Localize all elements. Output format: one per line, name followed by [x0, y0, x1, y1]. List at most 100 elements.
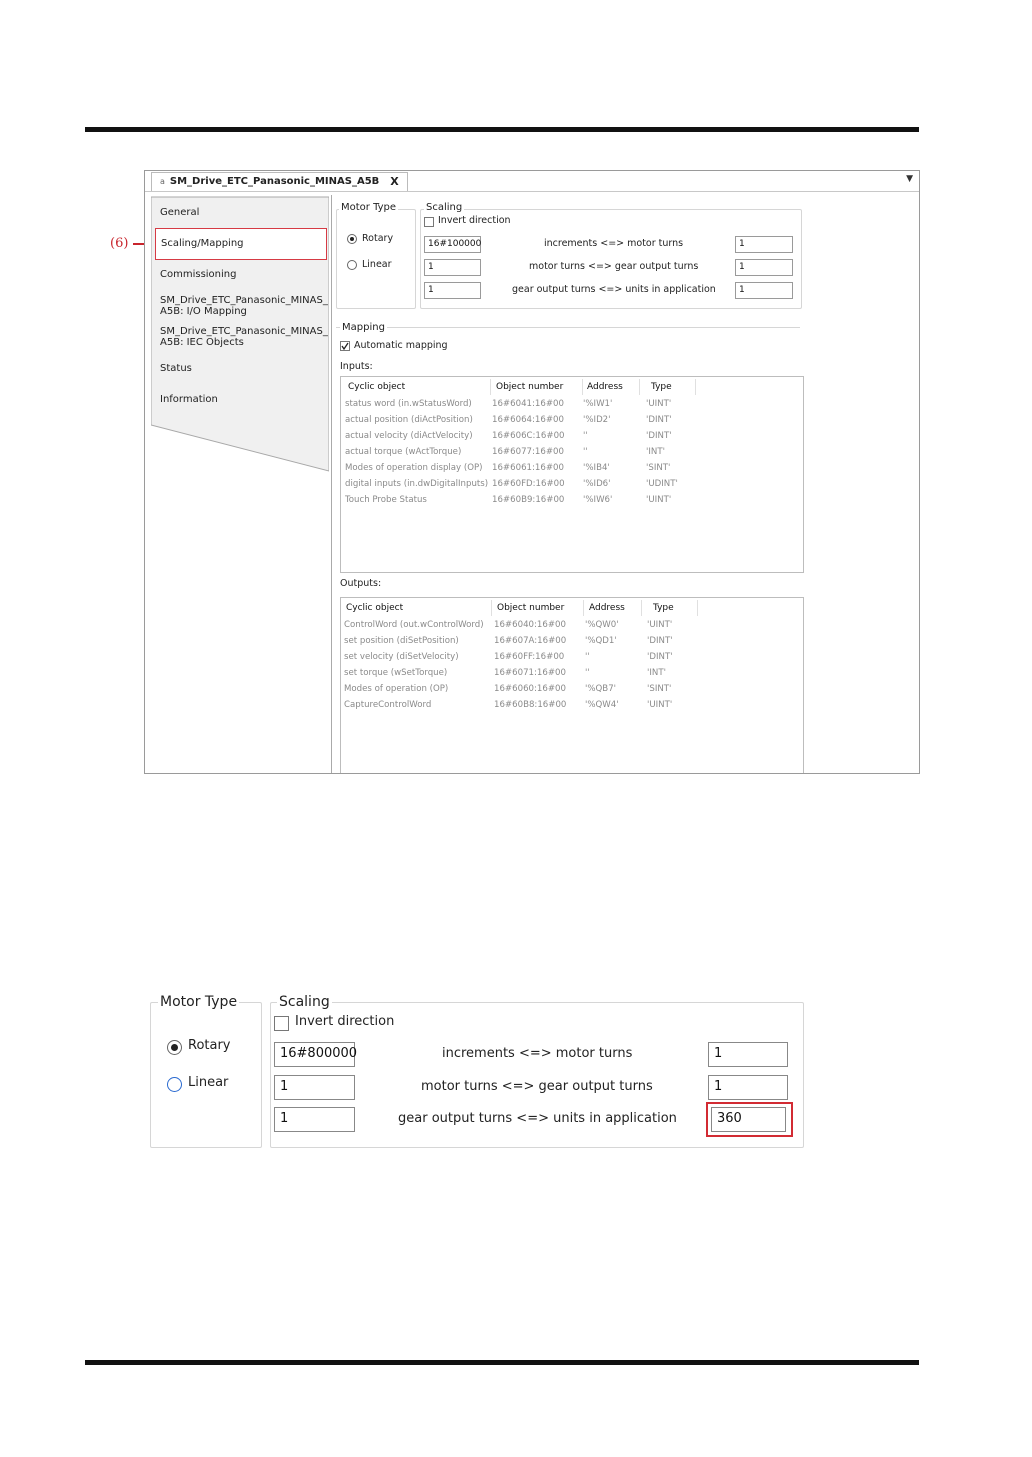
zoom-rotary-radio[interactable] — [167, 1040, 182, 1055]
table-cell: set position (diSetPosition) — [344, 636, 459, 646]
gear-output-turns-input[interactable]: 1 — [735, 259, 793, 276]
invert-direction-checkbox[interactable] — [424, 217, 434, 227]
column-header[interactable]: Address — [589, 603, 625, 613]
outputs-table[interactable]: Cyclic object Object number Address Type… — [340, 597, 804, 773]
column-header[interactable]: Type — [653, 603, 674, 613]
tab-bar: a SM_Drive_ETC_Panasonic_MINAS_A5B X ▼ — [145, 171, 919, 192]
table-cell: '%IB4' — [583, 463, 610, 473]
motor-turns-left-input[interactable]: 1 — [424, 259, 481, 276]
outputs-label: Outputs: — [340, 578, 382, 589]
table-cell: 16#60B8:16#00 — [494, 700, 567, 710]
increments-motor-turns-label: increments <=> motor turns — [544, 238, 684, 249]
table-cell: 'INT' — [647, 668, 666, 678]
sidebar-item-label: A5B: IEC Objects — [160, 337, 244, 348]
sidebar-item-information[interactable]: Information — [155, 394, 327, 405]
table-cell: actual torque (wActTorque) — [345, 447, 462, 457]
zoom-linear-label: Linear — [188, 1075, 229, 1090]
sidebar-item-io-mapping[interactable]: SM_Drive_ETC_Panasonic_MINAS_ A5B: I/O M… — [155, 295, 328, 317]
table-cell: 16#607A:16#00 — [494, 636, 567, 646]
zoom-gear-units-label: gear output turns <=> units in applicati… — [398, 1111, 677, 1126]
sidebar-item-label: SM_Drive_ETC_Panasonic_MINAS_ — [160, 295, 328, 306]
table-cell: Modes of operation display (OP) — [345, 463, 483, 473]
scaling-mapping-panel: Motor Type Rotary Linear Scaling Invert … — [331, 195, 918, 773]
table-cell: actual velocity (diActVelocity) — [345, 431, 473, 441]
sidebar-item-iec-objects[interactable]: SM_Drive_ETC_Panasonic_MINAS_ A5B: IEC O… — [155, 326, 328, 348]
rotary-radio[interactable] — [347, 234, 357, 244]
sidebar-item-scaling-mapping[interactable]: Scaling/Mapping — [155, 228, 327, 260]
motor-gear-turns-label: motor turns <=> gear output turns — [529, 261, 699, 272]
automatic-mapping-label: Automatic mapping — [354, 340, 448, 351]
inputs-table[interactable]: Cyclic object Object number Address Type… — [340, 376, 804, 573]
motor-turns-input[interactable]: 1 — [735, 236, 793, 253]
step-marker: (6) — [110, 236, 129, 251]
table-cell: 'UINT' — [647, 620, 673, 630]
gear-output-left-input[interactable]: 1 — [424, 282, 481, 299]
table-cell: 16#60FF:16#00 — [494, 652, 565, 662]
sidebar-item-label: SM_Drive_ETC_Panasonic_MINAS_ — [160, 326, 328, 337]
increments-input[interactable]: 16#100000 — [424, 236, 481, 253]
sidebar-item-general[interactable]: General — [155, 207, 327, 218]
bottom-rule — [85, 1360, 919, 1365]
table-cell: CaptureControlWord — [344, 700, 432, 710]
linear-label: Linear — [362, 259, 392, 270]
sidebar: General Scaling/Mapping Commissioning SM… — [151, 195, 329, 773]
automatic-mapping-checkbox[interactable] — [340, 341, 350, 351]
column-header[interactable]: Address — [587, 382, 623, 392]
table-cell: 'SINT' — [646, 463, 671, 473]
sidebar-item-commissioning[interactable]: Commissioning — [155, 269, 327, 280]
table-cell: 16#6040:16#00 — [494, 620, 566, 630]
zoom-gear-output-input[interactable]: 1 — [708, 1075, 788, 1100]
column-header[interactable]: Object number — [497, 603, 564, 613]
close-icon[interactable]: X — [390, 173, 398, 191]
gear-units-label: gear output turns <=> units in applicati… — [512, 284, 716, 295]
check-icon — [341, 342, 349, 350]
zoom-increments-input[interactable]: 16#800000 — [274, 1042, 357, 1067]
units-in-application-input[interactable]: 1 — [735, 282, 793, 299]
table-cell: 'DINT' — [647, 636, 673, 646]
column-separator — [491, 600, 492, 616]
rotary-label: Rotary — [362, 233, 394, 244]
zoom-rotary-label: Rotary — [188, 1038, 231, 1053]
table-cell: actual position (diActPosition) — [345, 415, 473, 425]
mapping-divider — [336, 327, 800, 328]
table-cell: 'UINT' — [647, 700, 673, 710]
table-cell: '' — [585, 668, 590, 678]
table-cell: '' — [583, 431, 588, 441]
zoom-linear-radio[interactable] — [167, 1077, 182, 1092]
zoomed-scaling-detail: Motor Type Rotary Linear Scaling Invert … — [150, 990, 804, 1150]
editor-tab[interactable]: a SM_Drive_ETC_Panasonic_MINAS_A5B X — [151, 172, 408, 191]
table-cell: 16#60B9:16#00 — [492, 495, 565, 505]
sidebar-item-label: A5B: I/O Mapping — [160, 306, 247, 317]
table-cell: 16#6077:16#00 — [492, 447, 564, 457]
table-cell: '%IW6' — [583, 495, 613, 505]
column-header[interactable]: Cyclic object — [348, 382, 405, 392]
column-header[interactable]: Type — [651, 382, 672, 392]
table-cell: 'UINT' — [646, 399, 672, 409]
column-header[interactable]: Cyclic object — [346, 603, 403, 613]
tab-dropdown-icon[interactable]: ▼ — [906, 174, 913, 184]
zoom-motor-gear-label: motor turns <=> gear output turns — [421, 1079, 653, 1094]
table-cell: '%QW4' — [585, 700, 619, 710]
sidebar-item-status[interactable]: Status — [155, 363, 327, 374]
zoom-invert-direction-checkbox[interactable] — [274, 1016, 289, 1031]
table-cell: '%ID2' — [583, 415, 611, 425]
inputs-label: Inputs: — [340, 361, 373, 372]
tab-title: SM_Drive_ETC_Panasonic_MINAS_A5B — [169, 176, 380, 187]
linear-radio[interactable] — [347, 260, 357, 270]
motor-type-title: Motor Type — [339, 202, 399, 213]
column-header[interactable]: Object number — [496, 382, 563, 392]
table-cell: '%QB7' — [585, 684, 617, 694]
scaling-title: Scaling — [424, 202, 465, 213]
table-cell: '%IW1' — [583, 399, 613, 409]
table-cell: '%ID6' — [583, 479, 611, 489]
zoom-motor-turns-left-input[interactable]: 1 — [274, 1075, 355, 1100]
table-cell: 16#6064:16#00 — [492, 415, 564, 425]
table-cell: 16#6041:16#00 — [492, 399, 564, 409]
zoom-motor-turns-input[interactable]: 1 — [708, 1042, 788, 1067]
column-separator — [641, 600, 642, 616]
zoom-gear-output-left-input[interactable]: 1 — [274, 1107, 355, 1132]
table-cell: '' — [585, 652, 590, 662]
table-cell: 16#6071:16#00 — [494, 668, 566, 678]
table-cell: 16#6061:16#00 — [492, 463, 564, 473]
zoom-scaling-title: Scaling — [277, 994, 332, 1010]
